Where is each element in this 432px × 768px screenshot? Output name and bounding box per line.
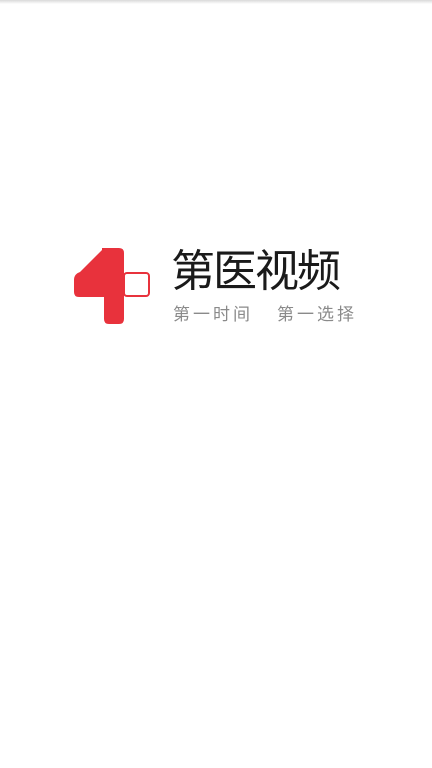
splash-screen: 第医视频 第一时间 第一选择	[0, 0, 432, 768]
slogan-first-choice: 第一选择	[277, 305, 357, 325]
logo-red-cross	[74, 248, 124, 324]
slogan-first-time: 第一时间	[173, 305, 253, 325]
medical-plus-one-logo-icon	[74, 248, 150, 324]
logo-outline-arm	[123, 272, 150, 297]
app-name: 第医视频	[171, 246, 341, 297]
